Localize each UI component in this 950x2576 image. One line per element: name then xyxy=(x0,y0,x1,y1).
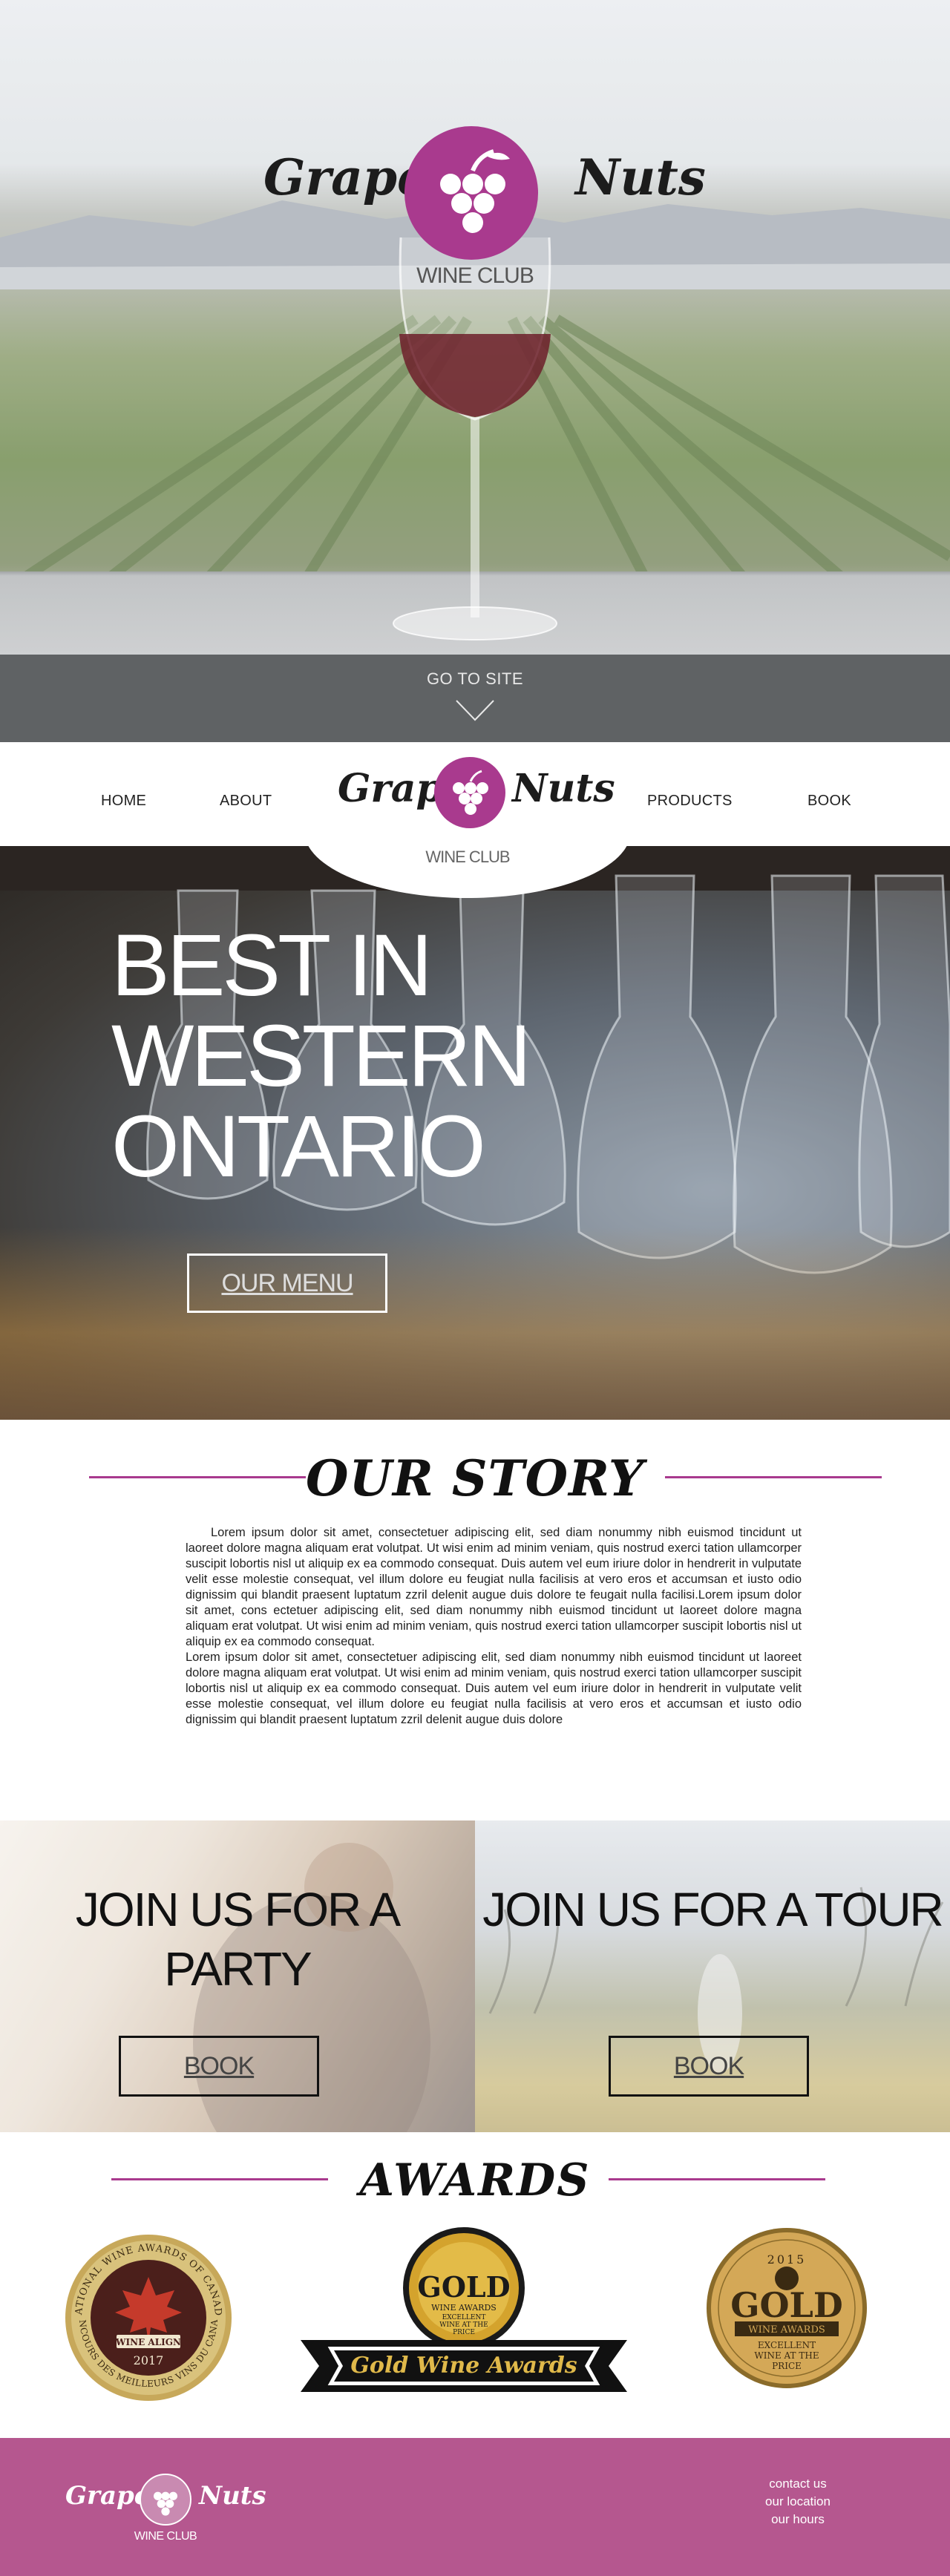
brand-word-right: Nuts xyxy=(512,766,615,811)
brand-word-left: Grape xyxy=(263,148,429,206)
hero-headline: BEST IN WESTERN ONTARIO xyxy=(111,917,531,1196)
tour-panel: JOIN US FOR A TOUR BOOK xyxy=(475,1820,950,2132)
footer-link-location[interactable]: our location xyxy=(742,2493,854,2511)
join-us-section: JOIN US FOR A PARTY BOOK JOIN US FOR A T… xyxy=(0,1820,950,2132)
badge2-gold: GOLD xyxy=(417,2270,510,2304)
brand-word-right: Nuts xyxy=(199,2481,266,2511)
badge3-line2: EXCELLENT xyxy=(758,2340,816,2350)
brand-word-right: Nuts xyxy=(575,148,706,206)
story-paragraph: Lorem ipsum dolor sit amet, consectetuer… xyxy=(186,1526,802,1648)
grape-logo-icon xyxy=(404,126,538,260)
nav-products[interactable]: PRODUCTS xyxy=(647,793,733,810)
footer-links: contact us our location our hours xyxy=(742,2475,854,2529)
awards-heading: AWARDS xyxy=(0,2154,950,2214)
badge2-line2: EXCELLENT xyxy=(442,2314,486,2321)
nav-about[interactable]: ABOUT xyxy=(220,793,272,810)
badge3-line4: PRICE xyxy=(772,2361,802,2371)
hero-brand-logo: Grape Nuts WINE CLUB xyxy=(263,126,706,297)
badge3-line3: WINE AT THE xyxy=(754,2350,819,2361)
nav-brand-logo[interactable]: Grape Nuts WINE CLUB xyxy=(308,757,642,898)
book-party-button[interactable]: BOOK xyxy=(119,2036,319,2097)
brand-subtitle: WINE CLUB xyxy=(425,848,510,866)
grape-logo-icon xyxy=(434,757,505,828)
awards-section: AWARDS NATIONAL WINE AWARDS OF CANADA CO… xyxy=(0,2132,950,2438)
wine-align-award-badge: NATIONAL WINE AWARDS OF CANADA CONCOURS … xyxy=(63,2232,232,2401)
main-navigation: HOME ABOUT Grape Nuts WINE CLUB PRODUCTS… xyxy=(0,742,950,898)
our-menu-button[interactable]: OUR MENU xyxy=(187,1253,387,1313)
heading-divider-right xyxy=(665,1476,882,1478)
bar-hero-banner: BEST IN WESTERN ONTARIO OUR MENU xyxy=(0,846,950,1420)
badge2-line1: WINE AWARDS xyxy=(431,2303,497,2313)
landing-hero: Grape Nuts WINE CLUB GO TO SITE xyxy=(0,0,950,742)
bokeh-lights xyxy=(0,1227,950,1420)
brand-subtitle: WINE CLUB xyxy=(416,263,534,288)
nav-home[interactable]: HOME xyxy=(101,793,146,810)
badge3-year: 2015 xyxy=(767,2252,807,2267)
go-to-site-bar[interactable]: GO TO SITE xyxy=(0,655,950,742)
badge2-ribbon-text: Gold Wine Awards xyxy=(350,2353,577,2379)
footer-link-hours[interactable]: our hours xyxy=(742,2511,854,2529)
brand-subtitle: WINE CLUB xyxy=(134,2530,197,2543)
go-to-site-label[interactable]: GO TO SITE xyxy=(0,655,950,689)
awards-title: AWARDS xyxy=(359,2154,591,2206)
badge1-brand: WINE ALIGN xyxy=(115,2337,181,2347)
story-paragraph: Lorem ipsum dolor sit amet, consectetuer… xyxy=(186,1651,802,1726)
grape-logo-icon xyxy=(140,2474,191,2526)
heading-divider-right xyxy=(609,2178,825,2180)
brand-word-left: Grape xyxy=(65,2481,151,2511)
our-story-heading: OUR STORY xyxy=(0,1449,950,1509)
badge2-line4: PRICE xyxy=(453,2329,475,2336)
site-footer: Grape Nuts WINE CLUB contact us our loca… xyxy=(0,2438,950,2576)
footer-brand-logo[interactable]: Grape Nuts WINE CLUB xyxy=(65,2459,266,2548)
badge3-gold: GOLD xyxy=(730,2285,843,2325)
gold-wine-awards-ribbon-badge: GOLD WINE AWARDS EXCELLENT WINE AT THE P… xyxy=(301,2227,627,2392)
party-panel: JOIN US FOR A PARTY BOOK xyxy=(0,1820,475,2132)
book-tour-button[interactable]: BOOK xyxy=(609,2036,809,2097)
our-story-title: OUR STORY xyxy=(305,1449,645,1507)
badge3-line1: WINE AWARDS xyxy=(748,2324,825,2336)
footer-link-contact[interactable]: contact us xyxy=(742,2475,854,2493)
badge2-line3: WINE AT THE xyxy=(439,2321,488,2329)
party-heading: JOIN US FOR A PARTY xyxy=(75,1883,401,1996)
nav-book[interactable]: BOOK xyxy=(808,793,851,810)
badge1-year: 2017 xyxy=(134,2353,164,2367)
tour-heading: JOIN US FOR A TOUR xyxy=(482,1883,944,1936)
our-story-section: OUR STORY Lorem ipsum dolor sit amet, co… xyxy=(0,1420,950,1820)
chevron-down-icon[interactable] xyxy=(455,699,495,721)
our-story-body: Lorem ipsum dolor sit amet, consectetuer… xyxy=(186,1525,802,1728)
gold-2015-award-badge: 2015 GOLD WINE AWARDS EXCELLENT WINE AT … xyxy=(707,2228,867,2388)
